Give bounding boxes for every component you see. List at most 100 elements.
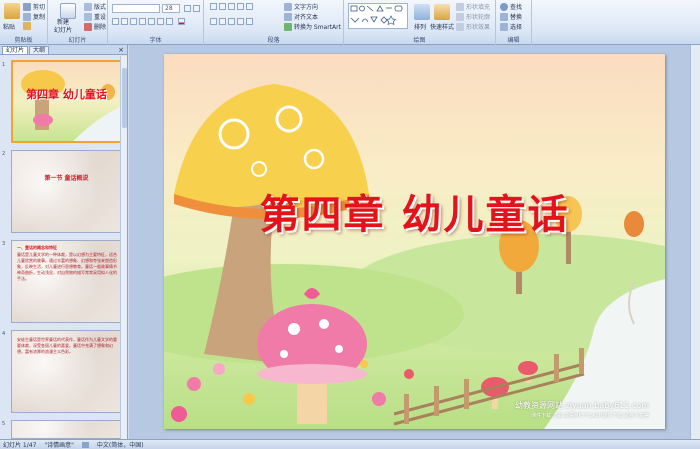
slide-count: 幻灯片 1/47 xyxy=(3,442,37,449)
slide-illustration xyxy=(164,84,665,429)
status-bar: 幻灯片 1/47 "诗情画意" 中文(简体，中国) xyxy=(0,439,700,449)
slide-number: 4 xyxy=(2,331,6,337)
clipboard-label: 剪贴板 xyxy=(14,37,33,44)
slide-thumbnail-5[interactable] xyxy=(11,420,122,439)
slide-canvas[interactable]: 第四章 幼儿童话 幼教资源网站 ziyuan.baby611.com 课件下载 … xyxy=(164,54,665,429)
find-button[interactable]: 查找 xyxy=(500,2,522,11)
delete-slide-button[interactable]: 删除 xyxy=(84,22,106,31)
theme-name: "诗情画意" xyxy=(44,442,74,449)
replace-icon xyxy=(500,12,508,21)
font-name-combo[interactable] xyxy=(112,4,160,13)
columns-button[interactable] xyxy=(246,18,253,25)
select-button[interactable]: 选择 xyxy=(500,22,522,31)
slide-number: 5 xyxy=(2,421,6,427)
justify-button[interactable] xyxy=(237,18,244,25)
align-text-button[interactable]: 对齐文本 xyxy=(284,12,318,21)
shape-effects-button[interactable]: 形状效果 xyxy=(456,22,490,31)
paragraph-group: 文字方向 对齐文本 转换为 SmartArt 段落 xyxy=(204,0,344,45)
slide-thumbnail-4[interactable]: 安徒生童话是世界童话的代表作，童话作为儿童文学的重要体裁，深受各国儿童的喜爱。童… xyxy=(11,330,122,413)
quick-styles-icon xyxy=(434,4,450,20)
thumb-title: 第一节 童话概说 xyxy=(44,175,89,182)
bold-button[interactable] xyxy=(112,18,119,25)
quick-styles-button[interactable]: 快速样式 xyxy=(430,22,454,31)
vertical-scrollbar[interactable] xyxy=(690,45,700,439)
strikethrough-button[interactable] xyxy=(139,18,146,25)
layout-button[interactable]: 版式 xyxy=(84,2,106,11)
text-direction-icon xyxy=(284,2,292,11)
reset-button[interactable]: 重设 xyxy=(84,12,106,21)
arrange-button[interactable]: 排列 xyxy=(414,22,426,31)
paragraph-label: 段落 xyxy=(267,37,280,44)
thumb-body: 安徒生童话是世界童话的代表作，童话作为儿童文学的重要体裁，深受各国儿童的喜爱。童… xyxy=(17,337,117,354)
drawing-label: 绘图 xyxy=(413,37,426,44)
spellcheck-icon[interactable] xyxy=(81,441,89,448)
shape-outline-button[interactable]: 形状轮廓 xyxy=(456,12,490,21)
thumb-heading: 一、童话的概念和特征 xyxy=(17,245,57,250)
fill-bucket-icon xyxy=(456,2,464,11)
layout-icon xyxy=(84,2,92,11)
slide-thumbnail-3[interactable]: 一、童话的概念和特征 童话是儿童文学的一种体裁，是以幻想为主要特征，适合儿童欣赏… xyxy=(11,240,122,323)
slide-number: 1 xyxy=(2,62,6,68)
italic-button[interactable] xyxy=(121,18,128,25)
thumb-body: 童话是儿童文学的一种体裁，是以幻想为主要特征，适合儿童欣赏的故事。通过丰富的想象… xyxy=(17,252,117,281)
close-pane-icon[interactable]: × xyxy=(118,46,124,54)
editing-label: 编辑 xyxy=(507,37,520,44)
clipboard-group: 粘贴 剪切 复制 剪贴板 xyxy=(0,0,48,45)
decrease-indent-button[interactable] xyxy=(228,3,235,10)
slide-thumbnail-2[interactable]: 第一节 童话概说 xyxy=(11,150,122,233)
tab-slides[interactable]: 幻灯片 xyxy=(2,46,29,54)
replace-button[interactable]: 替换 xyxy=(500,12,522,21)
pane-scrollbar[interactable] xyxy=(120,56,127,439)
bullets-button[interactable] xyxy=(210,3,217,10)
font-label: 字体 xyxy=(149,37,162,44)
slide-number: 2 xyxy=(2,151,6,157)
align-text-icon xyxy=(284,12,292,21)
align-left-button[interactable] xyxy=(210,18,217,25)
align-right-button[interactable] xyxy=(228,18,235,25)
thumb-title: 第四章 幼儿童话 xyxy=(26,88,107,101)
select-icon xyxy=(500,22,508,31)
shadow-button[interactable] xyxy=(148,18,155,25)
font-color-button[interactable] xyxy=(178,18,185,25)
shrink-font-button[interactable] xyxy=(193,5,200,12)
arrange-icon xyxy=(414,4,430,20)
smartart-icon xyxy=(284,22,292,31)
format-painter-button[interactable] xyxy=(23,22,31,30)
reset-icon xyxy=(84,12,92,21)
tab-outline[interactable]: 大纲 xyxy=(29,46,50,54)
slide-title[interactable]: 第四章 幼儿童话 xyxy=(164,182,665,240)
drawing-group: 排列 快速样式 形状填充 形状轮廓 形状效果 绘图 xyxy=(344,0,496,45)
slides-pane: 幻灯片 大纲 × 1 第四章 幼儿童话 2 第一节 童话概说 3 一、童话的概念… xyxy=(0,45,128,439)
font-group: 28 字体 xyxy=(108,0,204,45)
copy-button[interactable]: 复制 xyxy=(23,12,45,21)
cut-button[interactable]: 剪切 xyxy=(23,2,45,11)
underline-button[interactable] xyxy=(130,18,137,25)
scissors-icon xyxy=(23,2,31,11)
slide-thumbnail-1[interactable]: 第四章 幼儿童话 xyxy=(11,60,122,143)
slides-label: 幻灯片 xyxy=(68,37,87,44)
increase-indent-button[interactable] xyxy=(237,3,244,10)
watermark-line-1: 幼教资源网站 ziyuan.baby611.com xyxy=(515,401,649,410)
watermark: 幼教资源网站 ziyuan.baby611.com 课件下载 儿歌 故事MP3 … xyxy=(515,401,649,421)
paste-button[interactable]: 粘贴 xyxy=(3,22,15,31)
shape-fill-button[interactable]: 形状填充 xyxy=(456,2,490,11)
line-spacing-button[interactable] xyxy=(246,3,253,10)
pen-icon xyxy=(456,12,464,21)
delete-icon xyxy=(84,22,92,31)
char-spacing-button[interactable] xyxy=(157,18,164,25)
slide-number: 3 xyxy=(2,241,6,247)
brush-icon xyxy=(23,22,31,30)
shapes-gallery[interactable] xyxy=(348,3,408,29)
slides-group: 新建 幻灯片 版式 重设 删除 幻灯片 xyxy=(48,0,108,45)
numbering-button[interactable] xyxy=(219,3,226,10)
text-direction-button[interactable]: 文字方向 xyxy=(284,2,318,11)
pane-scroll-thumb[interactable] xyxy=(122,68,127,128)
align-center-button[interactable] xyxy=(219,18,226,25)
paste-icon xyxy=(4,3,20,19)
copy-icon xyxy=(23,12,31,21)
font-size-combo[interactable]: 28 xyxy=(162,4,180,13)
language: 中文(简体，中国) xyxy=(96,442,144,449)
grow-font-button[interactable] xyxy=(184,5,191,12)
change-case-button[interactable] xyxy=(166,18,173,25)
smartart-button[interactable]: 转换为 SmartArt xyxy=(284,22,341,31)
